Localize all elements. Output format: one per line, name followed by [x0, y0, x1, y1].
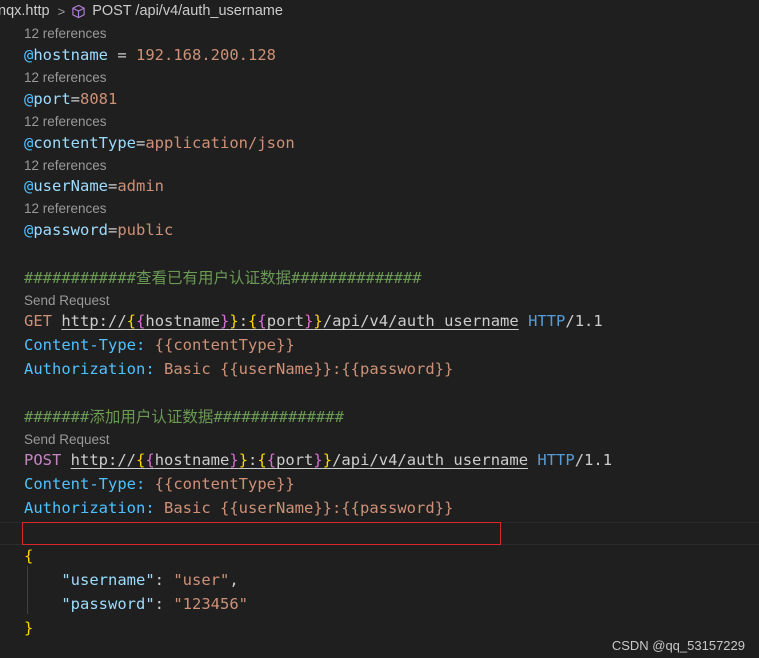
send-request-codelens[interactable]: Send Request — [24, 291, 110, 311]
at-sign: @ — [24, 177, 34, 195]
red-annotation-box — [22, 522, 501, 545]
json-value: "user" — [173, 571, 230, 589]
header-name: Content-Type: — [24, 475, 146, 493]
url-path: /api/v4/auth_username — [332, 451, 529, 469]
watermark: CSDN @qq_53157229 — [611, 638, 745, 653]
at-sign: @ — [24, 90, 34, 108]
header-line-content-type[interactable]: Content-Type: {{contentType}} — [24, 333, 295, 357]
assign-operator: = — [136, 134, 146, 152]
json-field-password[interactable]: "password": "123456" — [24, 592, 248, 616]
variable-line-username[interactable]: @userName=admin — [24, 174, 164, 198]
variable-value: 8081 — [80, 90, 118, 108]
variable-name: hostname — [33, 46, 108, 64]
at-sign: @ — [24, 46, 34, 64]
url-port-variable: port — [266, 312, 305, 330]
header-line-authorization[interactable]: Authorization: Basic {{userName}}:{{pass… — [24, 357, 453, 381]
assign-operator: = — [108, 221, 118, 239]
header-name: Authorization: — [24, 499, 155, 517]
http-protocol: HTTP — [537, 451, 575, 469]
breadcrumb-file[interactable]: nqx.http — [0, 3, 50, 19]
cube-icon — [72, 4, 85, 18]
variable-name: userName — [33, 177, 108, 195]
header-value: {{contentType}} — [154, 336, 295, 354]
http-version: /1.1 — [574, 451, 613, 469]
json-colon: : — [154, 571, 174, 589]
comment-line[interactable]: #######添加用户认证数据############## — [24, 405, 344, 429]
json-close-brace[interactable]: } — [24, 616, 33, 640]
json-open-brace[interactable]: { — [24, 544, 33, 568]
auth-scheme: Basic — [164, 499, 211, 517]
header-name: Content-Type: — [24, 336, 146, 354]
http-version: /1.1 — [565, 312, 603, 330]
url-port-variable: port — [276, 451, 314, 469]
header-line-content-type[interactable]: Content-Type: {{contentType}} — [24, 472, 295, 496]
send-request-codelens[interactable]: Send Request — [24, 430, 110, 450]
variable-name: contentType — [33, 134, 136, 152]
variable-value: public — [117, 221, 174, 239]
json-key: "password" — [61, 595, 155, 613]
references-codelens[interactable]: 12 references — [24, 199, 107, 219]
header-value: {{contentType}} — [154, 475, 295, 493]
url-host-variable: hostname — [154, 451, 230, 469]
http-method: POST — [24, 451, 62, 469]
variable-line-contenttype[interactable]: @contentType=application/json — [24, 131, 295, 155]
json-comma: , — [229, 571, 239, 589]
variable-value: 192.168.200.128 — [136, 46, 276, 64]
json-value: "123456" — [173, 595, 248, 613]
variable-name: port — [33, 90, 71, 108]
request-url[interactable]: http://{{hostname}}:{{port}}/api/v4/auth… — [71, 451, 528, 469]
at-sign: @ — [24, 221, 34, 239]
header-value: {{userName}}:{{password}} — [220, 499, 454, 517]
indent-guide — [27, 566, 28, 614]
references-codelens[interactable]: 12 references — [24, 156, 107, 176]
assign-operator: = — [70, 90, 81, 108]
breadcrumb-request[interactable]: POST /api/v4/auth_username — [92, 3, 283, 19]
comment-line[interactable]: ############查看已有用户认证数据############## — [24, 266, 422, 290]
at-sign: @ — [24, 134, 34, 152]
variable-line-password[interactable]: @password=public — [24, 218, 173, 242]
json-colon: : — [154, 595, 174, 613]
variable-line-hostname[interactable]: @hostname = 192.168.200.128 — [24, 43, 276, 67]
request-line-get[interactable]: GET http://{{hostname}}:{{port}}/api/v4/… — [24, 309, 603, 333]
variable-value: application/json — [145, 134, 295, 152]
references-codelens[interactable]: 12 references — [24, 24, 107, 44]
http-protocol: HTTP — [528, 312, 566, 330]
url-host-variable: hostname — [145, 312, 221, 330]
breadcrumb: nqx.http > POST /api/v4/auth_username — [0, 0, 759, 22]
json-field-username[interactable]: "username": "user", — [24, 568, 239, 592]
url-colon: : — [248, 451, 258, 469]
request-line-post[interactable]: POST http://{{hostname}}:{{port}}/api/v4… — [24, 448, 612, 472]
variable-line-port[interactable]: @port=8081 — [24, 87, 117, 111]
references-codelens[interactable]: 12 references — [24, 68, 107, 88]
chevron-right-icon: > — [57, 3, 66, 19]
references-codelens[interactable]: 12 references — [24, 112, 107, 132]
json-key: "username" — [61, 571, 155, 589]
header-line-authorization[interactable]: Authorization: Basic {{userName}}:{{pass… — [24, 496, 453, 520]
assign-operator: = — [108, 177, 118, 195]
http-method: GET — [24, 312, 52, 330]
variable-name: password — [33, 221, 108, 239]
url-scheme: http:// — [70, 451, 136, 469]
url-scheme: http:// — [61, 312, 127, 330]
variable-value: admin — [117, 177, 165, 195]
assign-operator: = — [108, 46, 136, 64]
url-path: /api/v4/auth_username — [322, 312, 519, 330]
auth-scheme: Basic — [164, 360, 211, 378]
header-name: Authorization: — [24, 360, 155, 378]
request-url[interactable]: http://{{hostname}}:{{port}}/api/v4/auth… — [61, 312, 518, 330]
header-value: {{userName}}:{{password}} — [220, 360, 454, 378]
url-colon: : — [238, 312, 249, 330]
